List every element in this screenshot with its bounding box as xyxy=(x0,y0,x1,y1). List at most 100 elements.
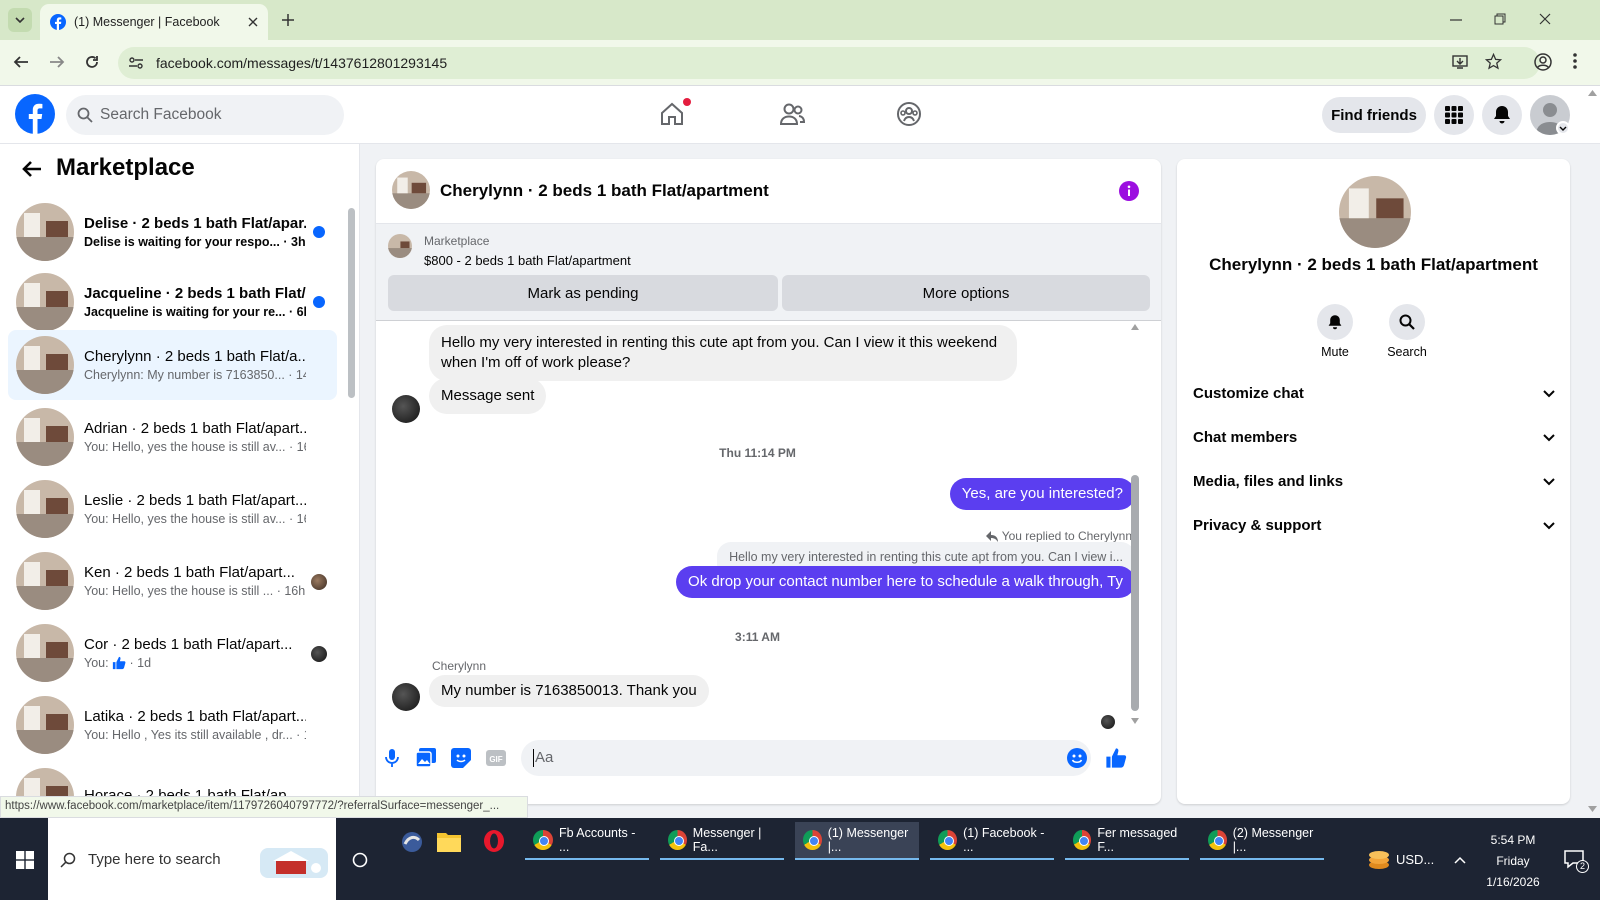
scroll-up-icon[interactable] xyxy=(1131,324,1139,330)
profile-icon[interactable] xyxy=(1534,53,1552,71)
privacy-support-section[interactable]: Privacy & support xyxy=(1193,517,1555,534)
message-input[interactable] xyxy=(521,740,1091,776)
taskbar-app-messenger-active[interactable]: (1) Messenger |... xyxy=(795,822,919,860)
conversation-list-scrollbar[interactable] xyxy=(348,208,355,398)
listing-title[interactable]: $800 - 2 beds 1 bath Flat/apartment xyxy=(424,253,631,268)
emoji-icon[interactable] xyxy=(1067,748,1087,768)
chat-scrollbar[interactable] xyxy=(1131,475,1139,711)
forward-arrow-icon[interactable] xyxy=(49,54,65,70)
sticker-icon[interactable] xyxy=(451,748,471,768)
reload-icon[interactable] xyxy=(84,54,100,70)
message-input-placeholder: Aa xyxy=(533,749,554,767)
site-info-icon[interactable] xyxy=(128,55,144,71)
contact-thumbnail xyxy=(1339,176,1411,248)
chevron-up-icon[interactable] xyxy=(1454,856,1466,864)
info-icon[interactable] xyxy=(1119,181,1139,201)
link-status-bar: https://www.facebook.com/marketplace/ite… xyxy=(0,796,528,818)
mark-pending-button[interactable]: Mark as pending xyxy=(388,275,778,311)
browser-menu-icon[interactable] xyxy=(1573,53,1577,69)
search-conversation-button[interactable] xyxy=(1389,304,1425,340)
incoming-message[interactable]: Message sent xyxy=(429,378,547,414)
minimize-icon[interactable] xyxy=(1450,19,1462,21)
file-explorer-icon[interactable] xyxy=(437,830,461,852)
restore-icon[interactable] xyxy=(1494,13,1506,25)
browser-tab-active[interactable]: (1) Messenger | Facebook xyxy=(40,4,268,40)
taskbar-app-label: (1) Messenger |... xyxy=(827,826,909,854)
tab-search-button[interactable] xyxy=(8,8,32,32)
conversation-item[interactable]: Delise · 2 beds 1 bath Flat/apar... Delis… xyxy=(8,197,337,267)
microphone-icon[interactable] xyxy=(385,749,399,767)
listing-thumbnail xyxy=(16,408,74,466)
chrome-icon xyxy=(668,830,687,850)
conversation-item[interactable]: Latika · 2 beds 1 bath Flat/apart... You:… xyxy=(8,690,337,760)
conversation-time: · 1d xyxy=(129,655,152,670)
like-thumbs-up-icon[interactable] xyxy=(1105,747,1127,769)
close-window-icon[interactable] xyxy=(1539,13,1551,25)
taskbar-app-fer-messaged[interactable]: Fer messaged F... xyxy=(1065,822,1189,860)
menu-button[interactable] xyxy=(1434,95,1474,135)
friends-icon[interactable] xyxy=(778,101,806,127)
back-arrow-icon[interactable] xyxy=(22,160,42,178)
home-notification-dot xyxy=(683,98,691,106)
mute-button[interactable] xyxy=(1317,304,1353,340)
media-files-links-section[interactable]: Media, files and links xyxy=(1193,473,1555,490)
opera-icon[interactable] xyxy=(482,829,506,853)
incoming-message[interactable]: My number is 7163850013. Thank you xyxy=(429,675,709,707)
outgoing-message[interactable]: Ok drop your contact number here to sche… xyxy=(676,566,1135,598)
customize-chat-section[interactable]: Customize chat xyxy=(1193,385,1555,402)
taskbar-app-messenger[interactable]: Messenger | Fa... xyxy=(660,822,784,860)
app-icon[interactable] xyxy=(400,830,424,854)
taskbar-app-fb-accounts[interactable]: Fb Accounts - ... xyxy=(525,822,649,860)
chat-members-section[interactable]: Chat members xyxy=(1193,429,1555,446)
conversation-item[interactable]: Cor · 2 beds 1 bath Flat/apart... You: · … xyxy=(8,618,337,688)
home-icon[interactable] xyxy=(659,101,685,127)
outgoing-message[interactable]: Yes, are you interested? xyxy=(949,478,1135,510)
bookmark-star-icon[interactable] xyxy=(1485,53,1502,70)
facebook-logo-icon[interactable] xyxy=(15,94,55,134)
bell-icon xyxy=(1328,314,1342,329)
new-tab-icon[interactable] xyxy=(281,13,295,27)
photo-icon[interactable] xyxy=(416,748,436,768)
install-app-icon[interactable] xyxy=(1452,54,1468,70)
conversation-item[interactable]: Leslie · 2 beds 1 bath Flat/apart... You:… xyxy=(8,474,337,544)
chat-info-panel: Cherylynn · 2 beds 1 bath Flat/apartment… xyxy=(1177,159,1570,804)
conversation-preview: You: Hello, yes the house is still av... xyxy=(84,512,286,526)
address-bar[interactable]: facebook.com/messages/t/1437612801293145 xyxy=(118,47,1540,79)
mark-pending-label: Mark as pending xyxy=(527,284,639,302)
conversation-item[interactable]: Ken · 2 beds 1 bath Flat/apart... You: He… xyxy=(8,546,337,616)
find-friends-button[interactable]: Find friends xyxy=(1322,97,1426,133)
page-scroll-up-icon[interactable] xyxy=(1588,90,1597,96)
timestamp: Thu 11:14 PM xyxy=(719,446,796,460)
windows-start-icon[interactable] xyxy=(16,851,34,869)
listing-thumbnail xyxy=(16,203,74,261)
notifications-button[interactable] xyxy=(1482,95,1522,135)
close-tab-icon[interactable] xyxy=(248,17,258,27)
taskbar-app-label: Fb Accounts - ... xyxy=(558,826,636,854)
taskbar-app-facebook[interactable]: (1) Facebook - ... xyxy=(930,822,1054,860)
facebook-search-input[interactable]: Search Facebook xyxy=(66,95,344,135)
cortana-icon[interactable] xyxy=(352,852,368,868)
scroll-down-icon[interactable] xyxy=(1131,718,1139,724)
read-receipt-avatar xyxy=(311,646,327,662)
gif-icon[interactable]: GIF xyxy=(486,750,506,766)
back-arrow-icon[interactable] xyxy=(13,54,29,70)
taskbar-app-label: (1) Facebook - ... xyxy=(963,826,1045,854)
chat-title[interactable]: Cherylynn · 2 beds 1 bath Flat/apartment xyxy=(440,181,769,201)
chrome-icon xyxy=(1208,830,1227,850)
taskbar-app-messenger-2[interactable]: (2) Messenger |... xyxy=(1200,822,1324,860)
system-clock[interactable]: 5:54 PM Friday 1/16/2026 xyxy=(1478,830,1548,893)
conversation-item-selected[interactable]: Cherylynn · 2 beds 1 bath Flat/a... Chery… xyxy=(8,330,337,400)
account-chevron[interactable] xyxy=(1556,121,1570,135)
chrome-icon xyxy=(1073,830,1092,850)
more-options-button[interactable]: More options xyxy=(782,275,1150,311)
groups-icon[interactable] xyxy=(896,101,922,127)
reply-indicator: You replied to Cherylynn xyxy=(985,529,1132,543)
conversation-item[interactable]: Adrian · 2 beds 1 bath Flat/apart... You:… xyxy=(8,402,337,472)
read-receipt-avatar xyxy=(311,574,327,590)
page-scroll-down-icon[interactable] xyxy=(1588,806,1597,812)
conversation-preview: Cherylynn: My number is 7163850... xyxy=(84,368,285,382)
conversation-item[interactable]: Jacqueline · 2 beds 1 bath Flat/... Jacqu… xyxy=(8,267,337,337)
incoming-message[interactable]: Hello my very interested in renting this… xyxy=(429,325,1017,381)
listing-thumbnail xyxy=(16,273,74,331)
currency-widget-label[interactable]: USD... xyxy=(1396,852,1434,867)
